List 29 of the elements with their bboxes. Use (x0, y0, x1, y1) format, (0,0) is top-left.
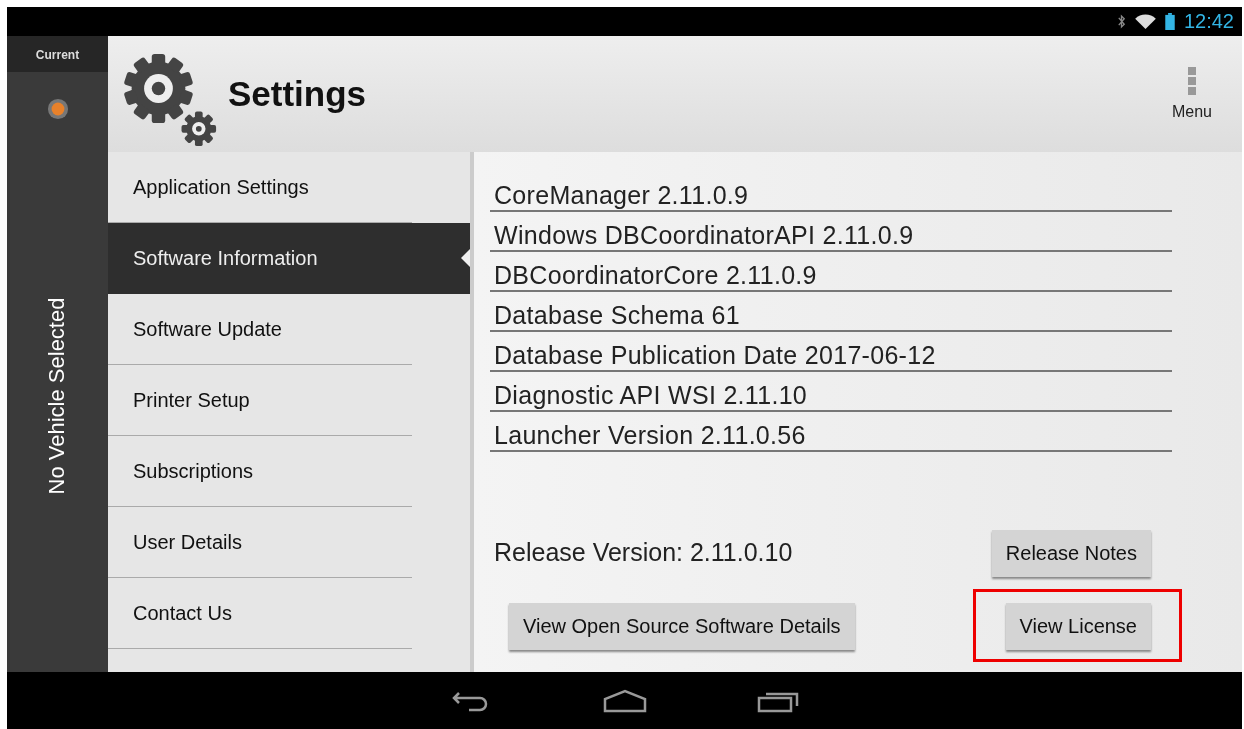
version-line: CoreManager 2.11.0.9 (490, 172, 1172, 212)
battery-icon (1164, 13, 1175, 30)
version-line: DBCoordinatorCore 2.11.0.9 (490, 252, 1172, 292)
current-label: Current (7, 36, 108, 72)
menu-button[interactable]: Menu (1171, 67, 1212, 121)
sidebar-item[interactable]: Subscriptions (108, 436, 412, 507)
version-line: Database Publication Date 2017-06-12 (490, 332, 1172, 372)
wifi-icon (1134, 14, 1156, 29)
overflow-icon (1188, 67, 1196, 95)
release-version: Release Version: 2.11.0.10 (493, 538, 793, 567)
sidebar-item[interactable]: Software Update (108, 294, 412, 365)
version-line: Database Schema 61 (490, 292, 1172, 332)
clock-time: 12:42 (1183, 10, 1234, 33)
sidebar-item[interactable]: Contact Us (108, 578, 412, 649)
sidebar-item[interactable]: Software Information (108, 223, 470, 294)
page-title: Settings (228, 74, 368, 114)
bluetooth-icon (1116, 14, 1126, 29)
version-line: Windows DBCoordinatorAPI 2.11.0.9 (490, 212, 1172, 252)
sidebar-item[interactable]: Printer Setup (108, 365, 412, 436)
vehicle-status: No Vehicle Selected (44, 297, 71, 495)
open-source-details-button[interactable]: View Open Source Software Details (509, 603, 855, 650)
version-line: Diagnostic API WSI 2.11.10 (490, 372, 1172, 412)
version-line: Launcher Version 2.11.0.56 (490, 412, 1172, 452)
home-icon[interactable] (602, 688, 647, 713)
view-license-button[interactable]: View License (1005, 603, 1151, 650)
release-notes-button[interactable]: Release Notes (991, 530, 1151, 577)
sidebar-item[interactable]: User Details (108, 507, 412, 578)
gears-icon (122, 52, 218, 148)
connector-icon (46, 98, 69, 120)
